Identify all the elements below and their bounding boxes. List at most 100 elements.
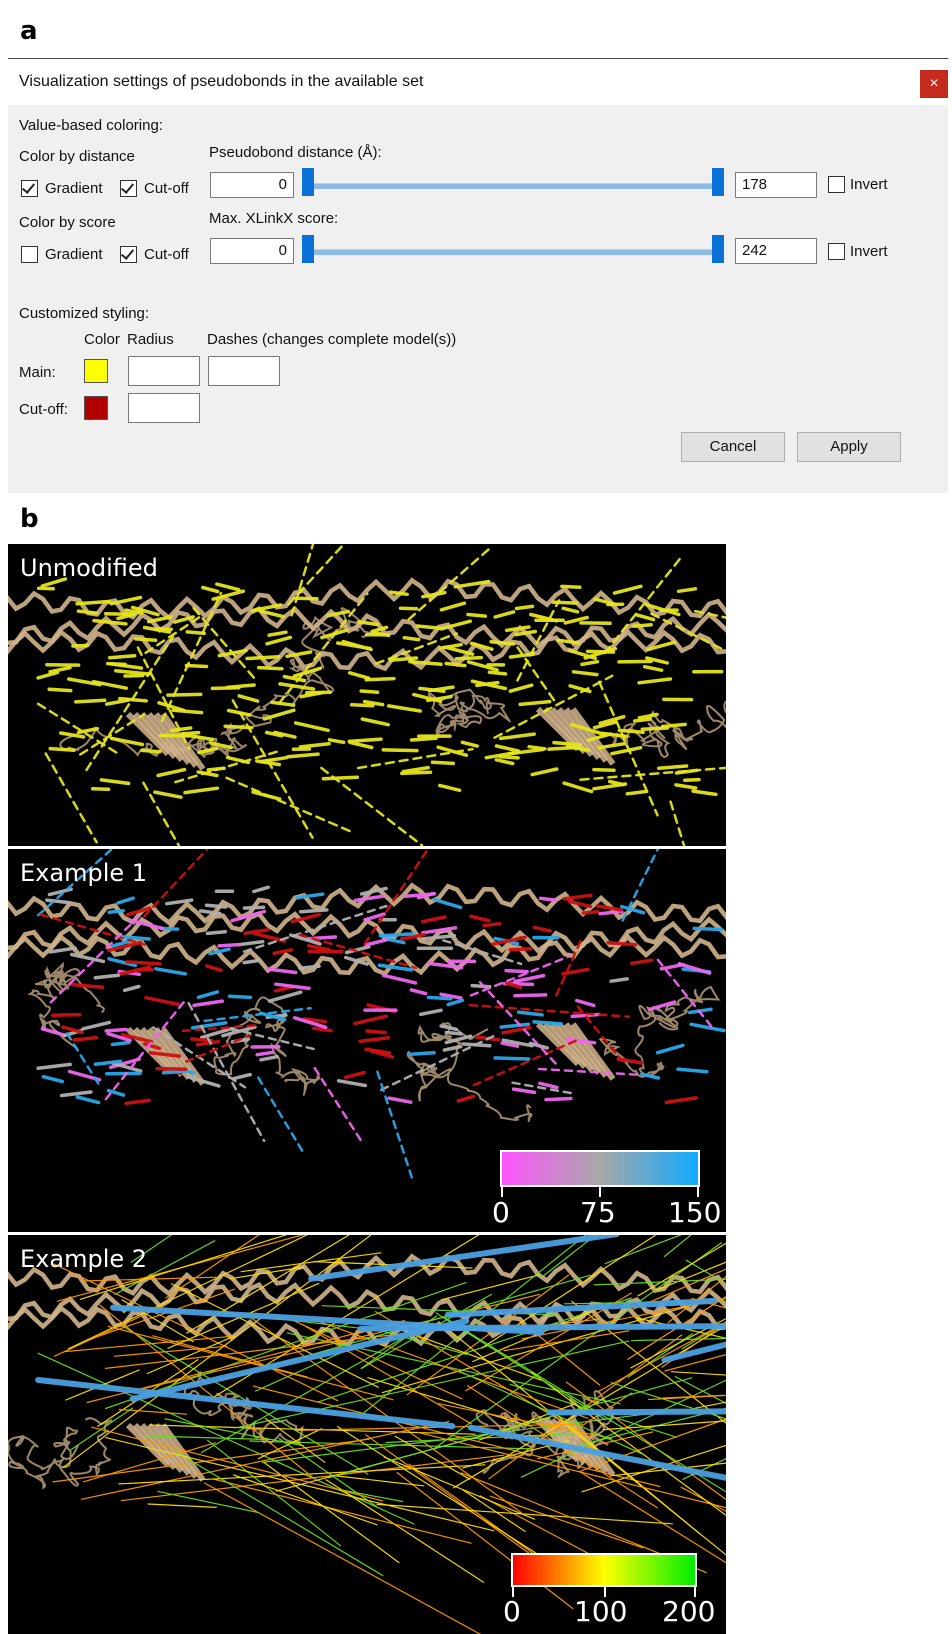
pseudobond [353,1014,389,1026]
pseudobond [294,596,319,601]
pseudobond [669,800,686,846]
pseudobond [227,994,253,1000]
pseudobond [561,606,580,614]
distance-gradient-label: Gradient [45,180,103,197]
pseudobond [456,1094,476,1103]
pseudobond [504,625,531,633]
distance-invert-checkbox[interactable] [828,176,845,193]
pseudobond [65,1032,101,1087]
pseudobond [560,584,582,590]
pseudobond [349,703,375,708]
pseudobond [402,635,421,642]
pseudobond [513,993,548,998]
pseudobond [153,790,183,799]
pseudobond [103,612,137,617]
pseudobond [203,1482,482,1634]
pseudobond [409,736,438,742]
pseudobond [204,903,228,909]
pseudobond [358,1036,391,1044]
pseudobond [36,670,60,680]
pseudobond [36,1062,72,1070]
pseudobond [442,1044,463,1052]
pseudobond [327,738,346,745]
pseudobond [470,983,492,989]
pseudobond [236,939,265,947]
pseudobond [493,610,516,619]
pseudobond [313,1066,363,1143]
score-invert-checkbox[interactable] [828,243,845,260]
pseudobond [581,910,600,915]
pseudobond [206,1439,342,1547]
pseudobond [617,728,645,734]
structure-render-unmodified [8,544,726,846]
pseudobond [689,1022,726,1033]
distance-gradient-checkbox[interactable] [21,180,38,197]
pseudobond [592,767,616,773]
apply-button[interactable]: Apply [797,432,901,462]
close-button[interactable]: × [920,70,948,98]
score-cutoff-checkbox[interactable] [120,246,137,263]
score-slider-track[interactable] [308,249,724,255]
pseudobond [231,1072,252,1081]
color-by-distance-label: Color by distance [19,148,135,165]
distance-slider-low-handle[interactable] [302,168,314,196]
main-radius-input[interactable] [128,356,200,386]
colorbar-tick-label: 150 [668,1196,722,1229]
pseudobond [183,786,220,795]
pseudobond [242,958,261,965]
pseudobond [427,961,464,970]
distance-cutoff-checkbox[interactable] [120,180,137,197]
pseudobond [544,1096,573,1102]
pseudobond [299,690,326,699]
pseudobond [124,1098,151,1106]
score-slider-low-handle[interactable] [302,235,314,263]
pseudobond [499,1022,531,1029]
pseudobond [674,783,698,790]
score-min-input[interactable]: 0 [210,238,294,264]
pseudobond [681,1321,726,1350]
pseudobond [205,930,228,936]
view-label-unmodified: Unmodified [20,554,158,582]
main-dashes-input[interactable] [208,356,280,386]
pseudobond [580,659,600,667]
pseudobond [640,726,670,731]
cutoff-color-swatch[interactable] [84,396,108,420]
cutoff-radius-input[interactable] [128,393,200,423]
distance-slider-high-handle[interactable] [712,168,724,196]
distance-max-input[interactable]: 178 [735,172,817,198]
pseudobond [201,585,220,594]
score-slider-high-handle[interactable] [712,235,724,263]
pseudobond [562,781,594,794]
pseudobond [104,1027,128,1033]
pseudobond [691,789,718,797]
pseudobond [421,934,457,941]
pseudobond [270,700,296,707]
pseudobond [123,673,145,678]
pseudobond [532,1020,563,1026]
main-color-swatch[interactable] [84,359,108,383]
max-xlinkx-score-label: Max. XLinkX score: [209,210,339,227]
pseudobond [266,967,298,975]
score-gradient-checkbox[interactable] [21,246,38,263]
distance-slider-track[interactable] [308,183,724,189]
distance-min-input[interactable]: 0 [210,172,294,198]
pseudobond [597,741,627,750]
pseudobond [440,1274,540,1301]
pseudobond [655,1043,685,1055]
pseudobond [439,601,467,612]
pseudobond [396,1472,574,1610]
pseudobond [47,687,73,693]
pseudobond [504,968,529,974]
pseudobond [109,736,145,747]
pseudobond [365,1029,387,1035]
pseudobond [637,712,659,720]
cancel-button[interactable]: Cancel [681,432,785,462]
pseudobond [257,1076,306,1156]
pseudobond [409,988,428,996]
pseudobond [609,977,629,983]
pseudobond [632,717,652,723]
pseudobond [692,926,723,932]
pseudobond [312,1026,333,1033]
score-max-input[interactable]: 242 [735,238,817,264]
pseudobond [237,694,260,703]
